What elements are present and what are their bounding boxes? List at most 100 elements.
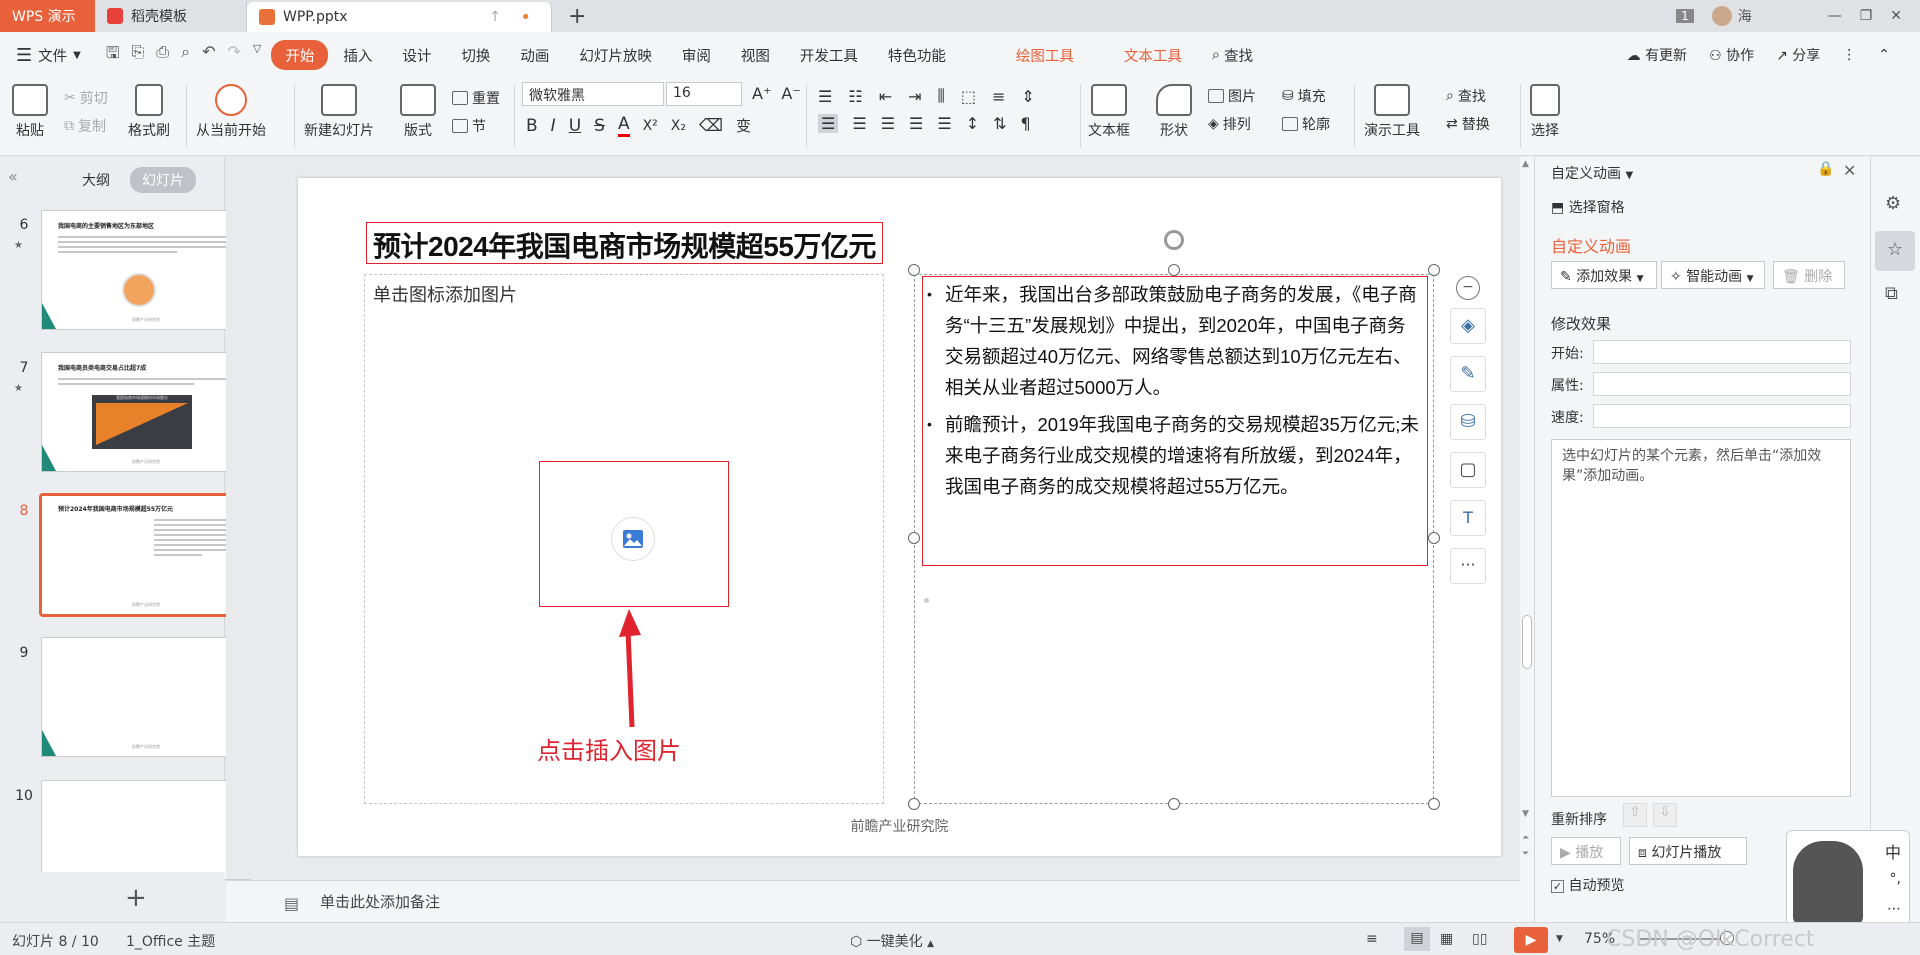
arrange-button[interactable]: ◈ 排列 (1208, 114, 1251, 134)
select-pane-link[interactable]: ⬒ 选择窗格 (1551, 197, 1625, 217)
tab-text-tools[interactable]: 文本工具 (1109, 40, 1197, 70)
user-account[interactable]: 海 (1711, 6, 1752, 26)
tab-slides[interactable]: 幻灯片 (130, 167, 196, 193)
wps-app-tab[interactable]: WPS 演示 (0, 0, 95, 32)
numbered-list-icon[interactable]: ☷ (848, 87, 862, 106)
delete-effect-button[interactable]: 🗑 删除 (1773, 261, 1845, 289)
ime-more[interactable]: ⋯ (1887, 901, 1901, 917)
select-button[interactable]: 选择 (1530, 84, 1560, 140)
auto-preview-checkbox[interactable]: ✓ 自动预览 (1551, 875, 1624, 895)
print-icon[interactable]: ⎙ (156, 42, 169, 69)
more-icon[interactable]: ⋮ (1842, 47, 1856, 63)
tab-drawing-tools[interactable]: 绘图工具 (1001, 40, 1089, 70)
from-current-button[interactable]: 从当前开始 (196, 84, 266, 140)
resize-handle[interactable] (908, 264, 920, 276)
new-tab-button[interactable]: + (552, 4, 602, 29)
picture-placeholder[interactable]: 单击图标添加图片 点击插入图片 (364, 274, 884, 804)
italic-button[interactable]: I (551, 116, 556, 136)
fill-button[interactable]: ⛁ 填充 (1282, 86, 1326, 106)
slideshow-chevron-icon[interactable]: ▼ (1556, 934, 1563, 944)
scroll-up-icon[interactable]: ▲ (1522, 159, 1529, 169)
align-left-icon[interactable]: ☰ (818, 114, 839, 133)
bullet-list-icon[interactable]: ☰ (818, 87, 832, 106)
file-menu[interactable]: ☰ 文件 ▼ (16, 40, 96, 70)
slideshow-play-icon[interactable]: ▶ (1514, 927, 1548, 953)
close-icon[interactable]: ✕ (1890, 8, 1902, 24)
shape-button[interactable]: 形状 (1156, 84, 1192, 140)
underline-button[interactable]: U (569, 116, 581, 136)
rotate-handle-icon[interactable] (1164, 230, 1184, 250)
insert-picture-icon[interactable] (611, 517, 655, 561)
thumbnail-slide-6[interactable]: 我国电商的主要销售地区为东部地区 前瞻产业研究院 (41, 210, 251, 330)
thumbnail-slide-10[interactable] (41, 780, 251, 880)
window-count-badge[interactable]: 1 (1676, 9, 1694, 23)
play-button[interactable]: ▶ 播放 (1551, 837, 1621, 865)
justify-icon[interactable]: ☰ (909, 114, 923, 133)
line-spacing-icon[interactable]: ↕ (966, 114, 979, 133)
thumbnail-slide-8[interactable]: 预计2024年我国电商市场规模超55万亿元 前瞻产业研究院 (39, 493, 253, 617)
fill-color-icon[interactable]: ⛁ (1450, 404, 1486, 440)
tab-start[interactable]: 开始 (271, 40, 329, 70)
ime-chinese-mode[interactable]: 中 (1885, 839, 1901, 863)
collab-button[interactable]: ⚇ 协作 (1709, 45, 1754, 65)
share-button[interactable]: ↗ 分享 (1776, 45, 1820, 65)
section-button[interactable]: 节 (452, 116, 486, 136)
strikethrough-button[interactable]: S (594, 116, 605, 136)
layout-button[interactable]: 版式 (400, 84, 436, 140)
superscript-button[interactable]: X² (643, 118, 658, 134)
canvas-scroll-thumb[interactable] (1522, 615, 1532, 669)
animation-list[interactable]: 选中幻灯片的某个元素，然后单击“添加效果”添加动画。 (1551, 439, 1851, 797)
tab-view[interactable]: 视图 (726, 40, 785, 70)
redo-icon[interactable]: ↷ (227, 42, 240, 69)
slide-sorter-icon[interactable]: ▦ (1440, 931, 1453, 947)
thumbnail-slide-7[interactable]: 我国电商员类电商交易占比超7成 我国电商市场规模的市场细分 前瞻产业研究院 (41, 352, 251, 472)
collapse-ribbon-icon[interactable]: ⌃ (1878, 47, 1890, 63)
presenter-tools-button[interactable]: 演示工具 (1364, 84, 1420, 140)
start-select[interactable] (1593, 340, 1851, 364)
find-button[interactable]: ⌕ 查找 (1446, 86, 1486, 106)
text-content-box[interactable]: • 近年来，我国出台多部政策鼓励电子商务的发展，《电子商务“十三五”发展规划》中… (922, 276, 1428, 566)
replace-button[interactable]: ⇄ 替换 (1446, 114, 1490, 134)
tab-design[interactable]: 设计 (387, 40, 446, 70)
lock-icon[interactable]: 🔒 (1817, 161, 1834, 177)
restore-icon[interactable]: ❐ (1860, 8, 1873, 24)
copy-button[interactable]: ⧉ 复制 (64, 116, 106, 136)
tab-transition[interactable]: 切换 (446, 40, 505, 70)
border-icon[interactable]: ▢ (1450, 452, 1486, 488)
outline-button[interactable]: 轮廓 (1282, 114, 1330, 134)
customize-chevron-icon[interactable]: ▽ (253, 42, 261, 69)
ime-punctuation[interactable]: °, (1890, 871, 1901, 887)
reading-view-icon[interactable]: ▯▯ (1472, 931, 1487, 947)
paste-button[interactable]: 粘贴 (12, 84, 48, 140)
ime-widget[interactable]: 中 °, ⋯ (1786, 830, 1910, 932)
next-slide-icon[interactable]: ⏷ (1522, 849, 1529, 859)
theme-name[interactable]: 1_Office 主题 (126, 931, 215, 951)
property-select[interactable] (1593, 372, 1851, 396)
slide-transition-icon[interactable]: ⧉ (1885, 283, 1898, 304)
paragraph-spacing-icon[interactable]: ⇅ (993, 114, 1006, 133)
layers-icon[interactable]: ◈ (1450, 308, 1486, 344)
beautify-button[interactable]: ⬡ 一键美化 ▲ (850, 931, 934, 951)
resize-handle[interactable] (1428, 798, 1440, 810)
paragraph-settings-icon[interactable]: ¶ (1021, 114, 1031, 133)
text-direction-icon[interactable]: ⇕ (1021, 87, 1034, 106)
tab-developer[interactable]: 开发工具 (785, 40, 873, 70)
close-panel-icon[interactable]: ✕ (1843, 161, 1856, 180)
upload-icon[interactable]: ↑ (489, 9, 501, 25)
font-size-select[interactable]: 16 (666, 82, 742, 106)
clear-format-icon[interactable]: ⌫ (699, 116, 723, 136)
move-down-icon[interactable]: ⇩ (1653, 803, 1677, 827)
speed-select[interactable] (1593, 404, 1851, 428)
align-right-icon[interactable]: ☰ (881, 114, 895, 133)
add-effect-button[interactable]: ✎ 添加效果 ▼ (1551, 261, 1657, 289)
minimize-icon[interactable]: — (1828, 8, 1842, 24)
save-icon[interactable]: 🖫 (106, 42, 120, 69)
move-up-icon[interactable]: ⇧ (1623, 803, 1647, 827)
animation-star-icon[interactable]: ☆ (1875, 231, 1915, 271)
tab-review[interactable]: 审阅 (667, 40, 726, 70)
subscript-button[interactable]: X₂ (671, 118, 686, 134)
resize-handle[interactable] (908, 798, 920, 810)
columns-icon[interactable]: ⫼ (938, 86, 945, 106)
align-center-icon[interactable]: ☰ (852, 114, 866, 133)
scroll-down-icon[interactable]: ▼ (1522, 809, 1529, 819)
